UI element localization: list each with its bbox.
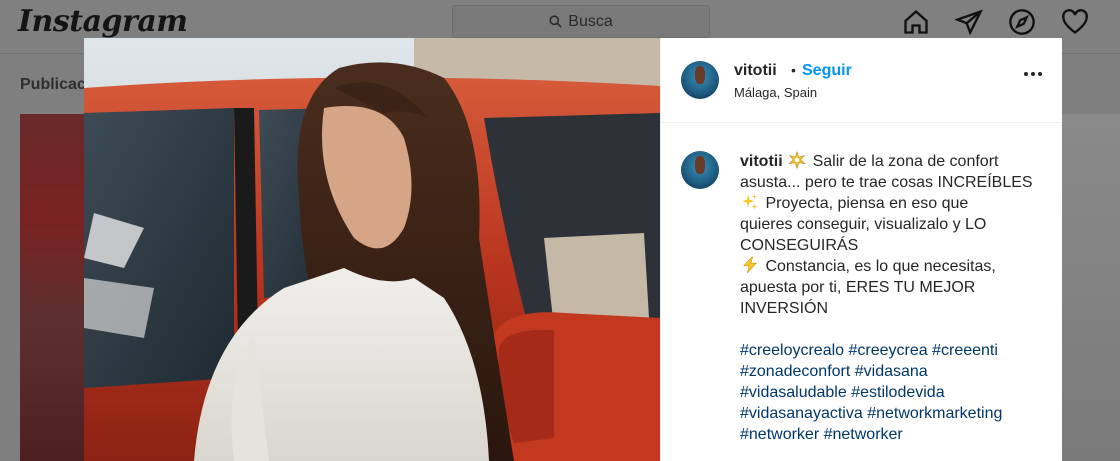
caption-line: Salir de la zona de confort	[812, 153, 999, 170]
caption-line: Proyecta, piensa en eso que	[765, 195, 969, 212]
caption-line: quieres conseguir, visualizalo y LO	[740, 216, 987, 233]
hashtag-list: #creeloycrealo #creeycrea #creeenti #zon…	[740, 340, 1050, 445]
home-icon[interactable]	[900, 6, 932, 38]
explore-icon[interactable]	[1006, 6, 1038, 38]
search-icon	[549, 15, 563, 28]
caption-text: vitotii Salir de la zona de confort asus…	[740, 151, 1050, 445]
caption-author-avatar[interactable]	[681, 151, 719, 189]
more-options-icon[interactable]	[1024, 72, 1042, 76]
background-post-thumbnail	[20, 114, 84, 461]
post-side-panel: vitotii • Seguir Málaga, Spain vitotii S…	[660, 38, 1062, 461]
lightning-icon	[743, 256, 757, 274]
background-tab-label: Publicac	[20, 76, 86, 93]
caption-line: Constancia, es lo que necesitas,	[765, 258, 996, 275]
caption-line: CONSEGUIRÁS	[740, 237, 859, 254]
hashtag-line[interactable]: #networker #networker	[740, 424, 1050, 445]
search-placeholder: Busca	[568, 12, 613, 30]
hashtag-line[interactable]: #vidasaludable #estilodevida	[740, 382, 1050, 403]
hashtag-line[interactable]: #creeloycrealo #creeycrea #creeenti	[740, 340, 1050, 361]
instagram-logo[interactable]: Instagram	[18, 4, 188, 39]
activity-icon[interactable]	[1059, 6, 1091, 38]
post-header: vitotii • Seguir Málaga, Spain	[661, 38, 1062, 123]
follow-button[interactable]: Seguir	[802, 62, 852, 80]
caption-line: apuesta por ti, ERES TU MEJOR	[740, 279, 976, 296]
background-post-thumbnail	[1062, 114, 1120, 461]
search-box[interactable]: Busca	[452, 5, 710, 38]
hashtag-line[interactable]: #zonadeconfort #vidasana	[740, 361, 1050, 382]
direct-icon[interactable]	[953, 6, 985, 38]
post-location[interactable]: Málaga, Spain	[734, 85, 817, 100]
caption-username[interactable]: vitotii	[740, 153, 783, 170]
caption-line: asusta... pero te trae cosas INCREÍBLES	[740, 174, 1033, 191]
caption-line: INVERSIÓN	[740, 300, 829, 317]
nav-icons	[900, 6, 1091, 38]
hashtag-line[interactable]: #vidasanayactiva #networkmarketing	[740, 403, 1050, 424]
post-modal: vitotii • Seguir Málaga, Spain vitotii S…	[84, 38, 1062, 461]
author-username[interactable]: vitotii	[734, 62, 777, 80]
separator-dot: •	[791, 62, 796, 78]
post-photo[interactable]	[84, 38, 660, 461]
collision-icon	[788, 151, 807, 169]
sparkles-icon	[741, 193, 758, 210]
author-avatar[interactable]	[681, 61, 719, 99]
